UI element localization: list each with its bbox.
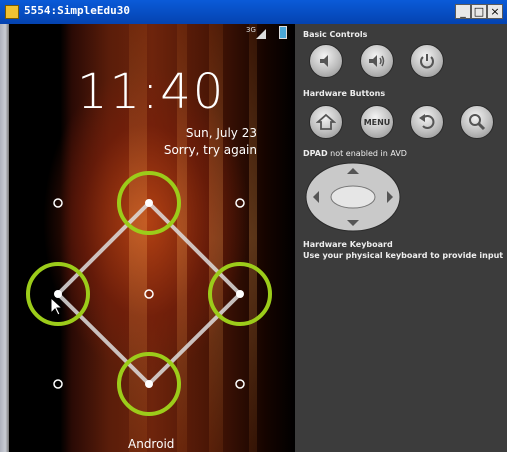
minimize-button[interactable]: _: [455, 4, 471, 19]
app-icon: [5, 5, 19, 19]
search-button[interactable]: [460, 105, 494, 139]
pattern-dot[interactable]: [53, 198, 63, 208]
pattern-dot[interactable]: [144, 289, 154, 299]
hardware-buttons-label: Hardware Buttons: [303, 89, 386, 98]
window-title: 5554:SimpleEdu30: [24, 4, 130, 17]
power-icon: [420, 54, 434, 69]
volume-down-button[interactable]: [309, 44, 343, 78]
dpad-status: DPAD not enabled in AVD: [303, 149, 407, 158]
menu-button[interactable]: MENU: [360, 105, 394, 139]
maximize-button[interactable]: □: [471, 4, 487, 19]
basic-controls-label: Basic Controls: [303, 30, 368, 39]
back-button[interactable]: [410, 105, 444, 139]
left-window-edge: [0, 24, 9, 452]
pattern-dot-selected[interactable]: [208, 262, 272, 326]
dpad-note: not enabled in AVD: [327, 149, 407, 158]
dpad-control[interactable]: [305, 162, 401, 232]
menu-button-label: MENU: [363, 117, 391, 127]
close-button[interactable]: ×: [487, 4, 503, 19]
pattern-dot-selected[interactable]: [117, 171, 181, 235]
back-icon: [419, 114, 435, 129]
home-icon: [316, 113, 336, 130]
pattern-dot-selected[interactable]: [117, 352, 181, 416]
window-titlebar[interactable]: 5554:SimpleEdu30 _ □ ×: [0, 0, 507, 25]
power-button[interactable]: [410, 44, 444, 78]
pattern-dot[interactable]: [53, 379, 63, 389]
unlock-pattern[interactable]: [9, 24, 295, 452]
home-button[interactable]: [309, 105, 343, 139]
mouse-cursor-icon: [51, 298, 63, 316]
pattern-dot[interactable]: [235, 198, 245, 208]
search-icon: [469, 114, 486, 131]
carrier-label: Android: [128, 437, 175, 451]
volume-up-button[interactable]: [360, 44, 394, 78]
volume-up-icon: [369, 55, 385, 67]
dpad-label: DPAD: [303, 149, 328, 158]
pattern-dot[interactable]: [235, 379, 245, 389]
hardware-keyboard-text: Use your physical keyboard to provide in…: [303, 251, 504, 260]
volume-down-icon: [320, 55, 328, 67]
hardware-keyboard-label: Hardware Keyboard: [303, 240, 393, 249]
